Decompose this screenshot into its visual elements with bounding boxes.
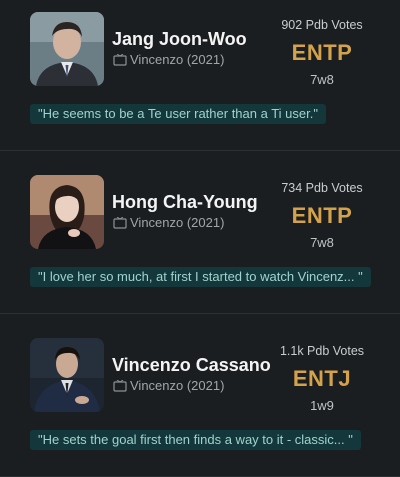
- personality-summary: 1.1k Pdb Votes ENTJ 1w9: [272, 344, 372, 413]
- vote-count: 734 Pdb Votes: [281, 181, 363, 195]
- comment-quote[interactable]: "I love her so much, at first I started …: [30, 267, 371, 287]
- avatar[interactable]: [30, 175, 104, 249]
- source[interactable]: Vincenzo (2021): [113, 378, 224, 393]
- tv-icon: [113, 53, 127, 66]
- source[interactable]: Vincenzo (2021): [113, 215, 224, 230]
- comment-quote[interactable]: "He sets the goal first then finds a way…: [30, 430, 361, 450]
- character-name[interactable]: Jang Joon-Woo: [112, 29, 247, 50]
- personality-summary: 902 Pdb Votes ENTP 7w8: [272, 18, 372, 87]
- source-title: Vincenzo (2021): [130, 215, 225, 230]
- profile-card[interactable]: Jang Joon-Woo Vincenzo (2021) 902 Pdb Vo…: [0, 0, 400, 151]
- mbti-type[interactable]: ENTP: [272, 40, 372, 66]
- profile-card[interactable]: Hong Cha-Young Vincenzo (2021) 734 Pdb V…: [0, 151, 400, 314]
- character-name[interactable]: Hong Cha-Young: [112, 192, 258, 213]
- enneagram-type[interactable]: 1w9: [272, 398, 372, 413]
- enneagram-type[interactable]: 7w8: [272, 72, 372, 87]
- tv-icon: [113, 216, 127, 229]
- source[interactable]: Vincenzo (2021): [113, 52, 224, 67]
- source-title: Vincenzo (2021): [130, 378, 225, 393]
- avatar[interactable]: [30, 338, 104, 412]
- vote-count: 902 Pdb Votes: [281, 18, 363, 32]
- personality-summary: 734 Pdb Votes ENTP 7w8: [272, 181, 372, 250]
- comment-quote[interactable]: "He seems to be a Te user rather than a …: [30, 104, 326, 124]
- source-title: Vincenzo (2021): [130, 52, 225, 67]
- tv-icon: [113, 379, 127, 392]
- mbti-type[interactable]: ENTJ: [272, 366, 372, 392]
- character-name[interactable]: Vincenzo Cassano: [112, 355, 271, 376]
- avatar[interactable]: [30, 12, 104, 86]
- profile-card[interactable]: Vincenzo Cassano Vincenzo (2021) 1.1k Pd…: [0, 314, 400, 477]
- vote-count: 1.1k Pdb Votes: [279, 344, 365, 358]
- enneagram-type[interactable]: 7w8: [272, 235, 372, 250]
- mbti-type[interactable]: ENTP: [272, 203, 372, 229]
